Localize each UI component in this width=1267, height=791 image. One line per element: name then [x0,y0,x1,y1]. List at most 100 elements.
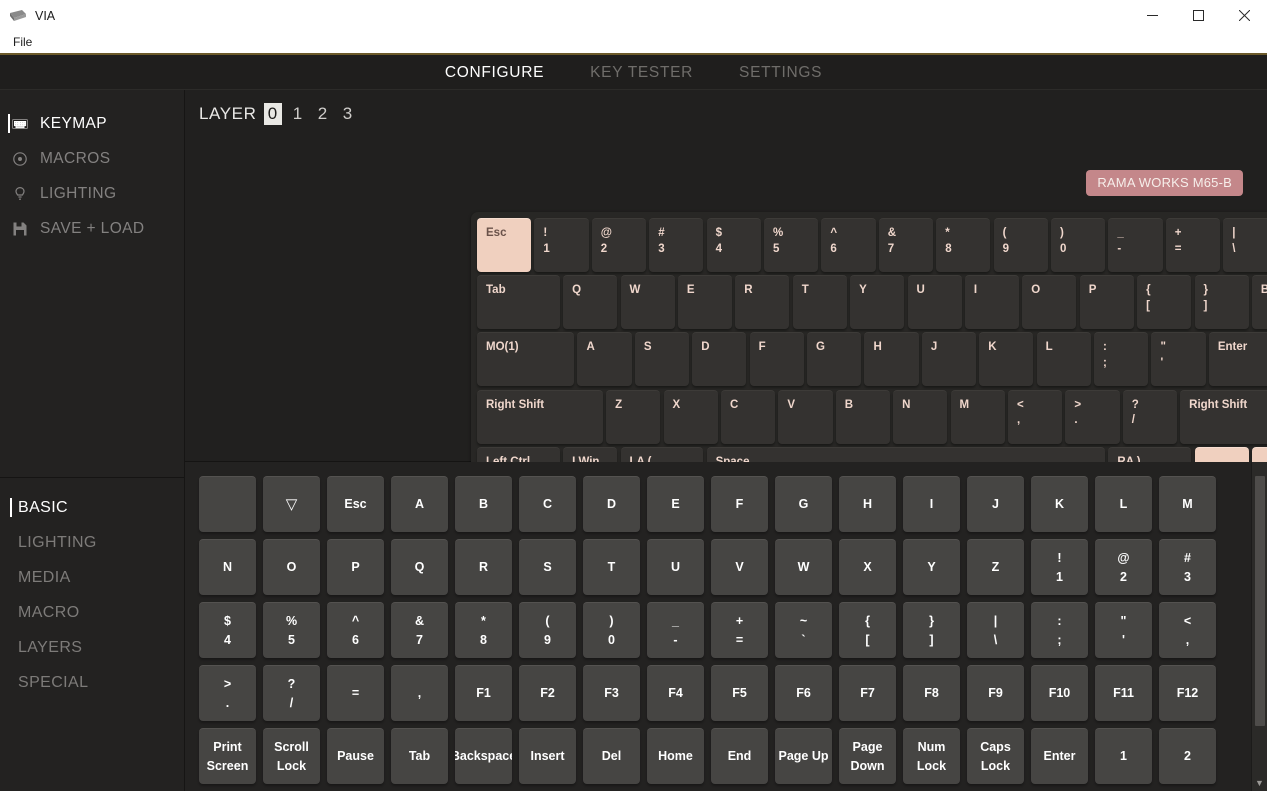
keymap-key[interactable]: & 7 [878,218,933,272]
keymap-key[interactable]: L [1036,332,1091,387]
keymap-key[interactable]: H [864,332,919,387]
sidebar-item-keymap[interactable]: KEYMAP [0,106,184,141]
keycode-key[interactable]: J [967,476,1024,532]
keycode-key[interactable]: Backspace [455,728,512,784]
keymap-key[interactable]: + = [1165,218,1220,272]
keymap-key[interactable]: _ - [1108,218,1163,272]
keycode-key[interactable]: Home [647,728,704,784]
keymap-key[interactable]: G [807,332,862,387]
keymap-key[interactable]: A [577,332,632,387]
keycode-key[interactable]: W [775,539,832,595]
keycode-key[interactable]: ) 0 [583,602,640,658]
category-basic[interactable]: BASIC [0,490,184,525]
keymap-key[interactable]: D [692,332,747,387]
close-icon[interactable] [1221,0,1267,31]
keycode-key[interactable]: Del [583,728,640,784]
keycode-key[interactable]: " ' [1095,602,1152,658]
keymap-key[interactable]: Q [563,275,618,330]
keymap-key[interactable]: @ 2 [591,218,646,272]
keymap-key[interactable]: F [749,332,804,387]
keycode-key[interactable]: F10 [1031,665,1088,721]
category-layers[interactable]: LAYERS [0,630,184,665]
keycode-key[interactable]: Enter [1031,728,1088,784]
sidebar-item-lighting[interactable]: LIGHTING [0,176,184,211]
keymap-key[interactable]: Enter [1208,332,1267,387]
keycode-key[interactable]: K [1031,476,1088,532]
keycode-key[interactable]: 1 [1095,728,1152,784]
keycode-key[interactable]: ~ ` [775,602,832,658]
keycode-key[interactable]: : ; [1031,602,1088,658]
scrollbar-thumb[interactable] [1255,476,1265,726]
keycode-key[interactable]: ( 9 [519,602,576,658]
keycode-key[interactable]: , [391,665,448,721]
category-macro[interactable]: MACRO [0,595,184,630]
keymap-key[interactable]: ? / [1122,389,1177,444]
keymap-key[interactable]: Y [850,275,905,330]
keycode-key[interactable]: G [775,476,832,532]
keycode-key[interactable]: F3 [583,665,640,721]
keycode-key[interactable]: X [839,539,896,595]
keycode-key[interactable]: F4 [647,665,704,721]
keymap-key[interactable]: B [835,389,890,444]
keycode-key[interactable]: Tab [391,728,448,784]
keycode-key[interactable]: @ 2 [1095,539,1152,595]
keymap-key[interactable]: { [ [1137,275,1192,330]
keymap-key[interactable]: Tab [477,275,560,330]
keycode-key[interactable]: F12 [1159,665,1216,721]
keymap-key[interactable]: ( 9 [993,218,1048,272]
keymap-key[interactable]: J [921,332,977,387]
keycode-key[interactable]: Z [967,539,1024,595]
layer-button-3[interactable]: 3 [339,103,357,125]
tab-key-tester[interactable]: KEY TESTER [590,64,693,89]
keycode-key[interactable]: = [327,665,384,721]
keycode-key[interactable]: Caps Lock [967,728,1024,784]
tab-settings[interactable]: SETTINGS [739,64,822,89]
keycode-key[interactable]: > . [199,665,256,721]
keycode-key[interactable]: < , [1159,602,1216,658]
keycode-key[interactable]: B [455,476,512,532]
keymap-key[interactable]: Esc [477,218,532,272]
keycode-key[interactable]: { [ [839,602,896,658]
keycode-key[interactable]: | \ [967,602,1024,658]
category-special[interactable]: SPECIAL [0,665,184,700]
keycode-key[interactable]: R [455,539,512,595]
keycode-key[interactable]: T [583,539,640,595]
scroll-down-arrow-icon[interactable]: ▼ [1255,779,1264,788]
keycode-key[interactable]: ^ 6 [327,602,384,658]
keycode-key[interactable]: $ 4 [199,602,256,658]
keymap-key[interactable]: > . [1065,389,1120,444]
keymap-key[interactable]: $ 4 [706,218,761,272]
keycode-key[interactable]: A [391,476,448,532]
maximize-icon[interactable] [1175,0,1221,31]
keycode-key[interactable]: P [327,539,384,595]
keymap-key[interactable]: E [677,275,733,330]
keymap-key[interactable]: < , [1007,389,1063,444]
keymap-key[interactable]: X [663,389,718,444]
keycode-key[interactable]: H [839,476,896,532]
keymap-key[interactable]: ) 0 [1051,218,1106,272]
keymap-key[interactable]: T [792,275,847,330]
keycode-key[interactable]: F9 [967,665,1024,721]
keymap-key[interactable]: N [893,389,948,444]
keycode-key[interactable]: F8 [903,665,960,721]
keycode-key[interactable]: } ] [903,602,960,658]
keymap-key[interactable]: % 5 [764,218,819,272]
keycode-key[interactable]: D [583,476,640,532]
keymap-key[interactable]: } ] [1194,275,1249,330]
keycode-key[interactable]: I [903,476,960,532]
keycode-key[interactable]: Y [903,539,960,595]
keycode-key[interactable]: F [711,476,768,532]
layer-button-1[interactable]: 1 [289,103,307,125]
keycode-key[interactable]: Page Up [775,728,832,784]
keymap-key[interactable]: R [735,275,790,330]
keycode-key[interactable]: Q [391,539,448,595]
keycode-key[interactable]: * 8 [455,602,512,658]
keymap-key[interactable]: M [950,389,1005,444]
layer-button-0[interactable]: 0 [263,103,282,125]
keycode-key[interactable]: ▽ [263,476,320,532]
keycode-key[interactable]: O [263,539,320,595]
keycode-key[interactable]: ? / [263,665,320,721]
keymap-key[interactable]: * 8 [936,218,991,272]
keymap-key[interactable]: : ; [1094,332,1149,387]
keymap-key[interactable]: ^ 6 [821,218,876,272]
